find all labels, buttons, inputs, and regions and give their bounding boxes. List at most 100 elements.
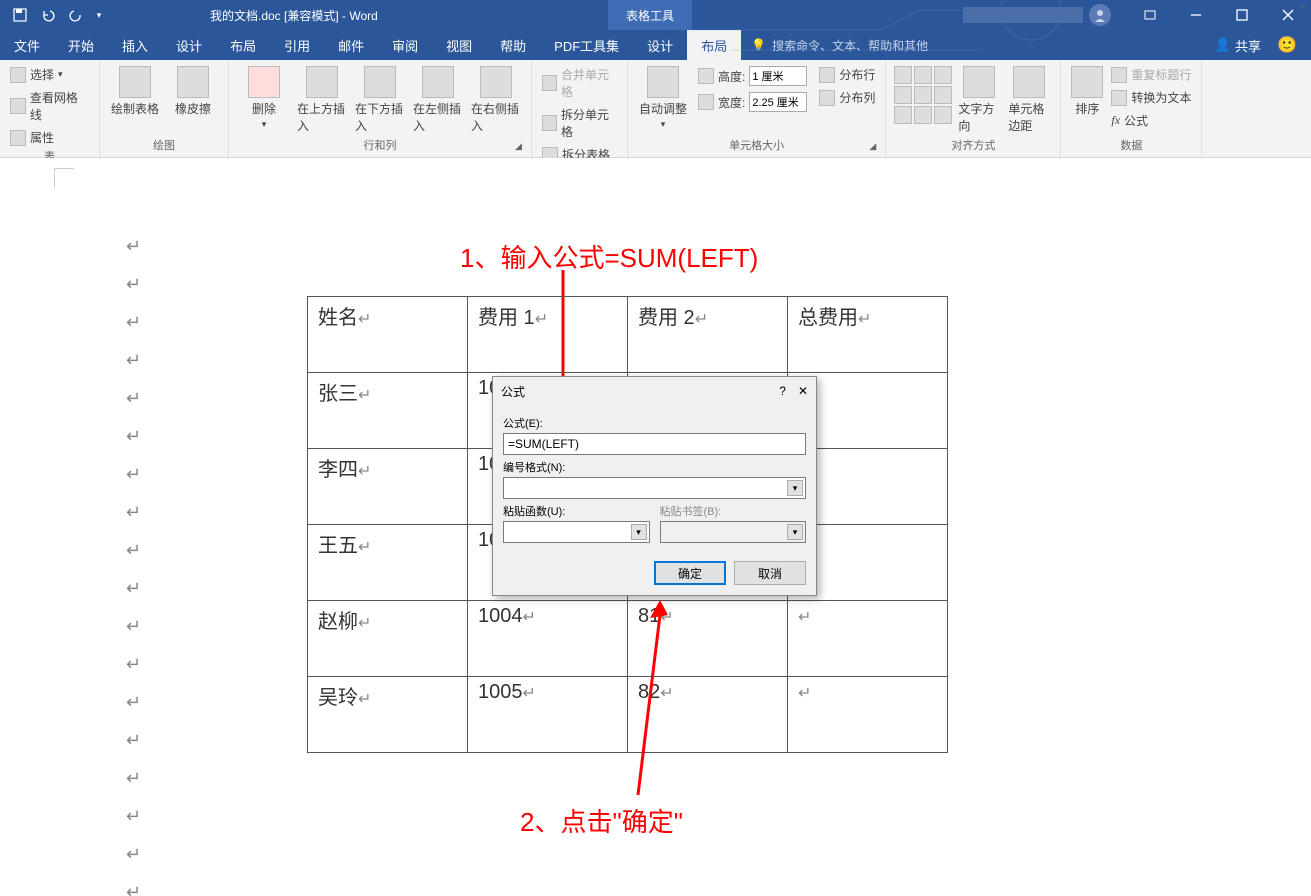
tab-file[interactable]: 文件 bbox=[0, 30, 54, 60]
ribbon-tabs: 文件 开始 插入 设计 布局 引用 邮件 审阅 视图 帮助 PDF工具集 设计 … bbox=[0, 30, 1311, 60]
split-cells-button[interactable]: 拆分单元格 bbox=[538, 104, 621, 142]
tab-review[interactable]: 审阅 bbox=[378, 30, 432, 60]
number-format-label: 编号格式(N): bbox=[503, 459, 806, 475]
tab-help[interactable]: 帮助 bbox=[486, 30, 540, 60]
split-cells-icon bbox=[542, 115, 557, 131]
minimize-button[interactable] bbox=[1173, 0, 1219, 30]
user-avatar-icon[interactable] bbox=[1089, 4, 1111, 26]
collapse-ribbon-button[interactable]: ⌃ bbox=[1299, 4, 1307, 15]
select-button[interactable]: 选择▾ bbox=[6, 64, 93, 85]
dialog-launcher[interactable]: ◢ bbox=[515, 141, 527, 153]
tell-me-search[interactable]: 💡 搜索命令、文本、帮助和其他 bbox=[741, 37, 928, 54]
group-label: 对齐方式 bbox=[892, 137, 1054, 155]
formula-input[interactable] bbox=[503, 433, 806, 455]
properties-button[interactable]: 属性 bbox=[6, 127, 93, 148]
align-bl-icon[interactable] bbox=[894, 106, 912, 124]
ribbon-display-button[interactable] bbox=[1127, 0, 1173, 30]
paste-function-label: 粘贴函数(U): bbox=[503, 503, 650, 519]
view-gridlines-button[interactable]: 查看网格线 bbox=[6, 87, 93, 125]
tab-layout[interactable]: 布局 bbox=[216, 30, 270, 60]
merge-cells-button[interactable]: 合并单元格 bbox=[538, 64, 621, 102]
chevron-down-icon: ▾ bbox=[631, 524, 647, 540]
maximize-button[interactable] bbox=[1219, 0, 1265, 30]
tab-view[interactable]: 视图 bbox=[432, 30, 486, 60]
account-area[interactable] bbox=[963, 4, 1111, 26]
insert-right-button[interactable]: 在右侧插入 bbox=[467, 64, 525, 137]
save-button[interactable] bbox=[8, 3, 32, 27]
gridlines-icon bbox=[10, 98, 26, 114]
height-input[interactable] bbox=[749, 66, 807, 86]
formula-button[interactable]: fx公式 bbox=[1107, 110, 1195, 131]
paste-function-select[interactable]: ▾ bbox=[503, 521, 650, 543]
insert-left-button[interactable]: 在左侧插入 bbox=[409, 64, 467, 137]
ok-button[interactable]: 确定 bbox=[654, 561, 726, 585]
dialog-title-text: 公式 bbox=[501, 383, 525, 400]
delete-button[interactable]: 删除▾ bbox=[235, 64, 293, 137]
text-direction-icon bbox=[963, 66, 995, 98]
table-row[interactable]: 赵柳↵ 1004↵ 81↵ ↵ bbox=[308, 601, 948, 677]
repeat-header-button[interactable]: 重复标题行 bbox=[1107, 64, 1195, 85]
convert-text-button[interactable]: 转换为文本 bbox=[1107, 87, 1195, 108]
autofit-button[interactable]: 自动调整▾ bbox=[634, 64, 692, 137]
align-ml-icon[interactable] bbox=[894, 86, 912, 104]
redo-button[interactable] bbox=[64, 3, 88, 27]
fx-icon: fx bbox=[1111, 113, 1120, 128]
tab-table-design[interactable]: 设计 bbox=[633, 30, 687, 60]
group-table: 选择▾ 查看网格线 属性 表 bbox=[0, 60, 100, 157]
ribbon: 选择▾ 查看网格线 属性 表 绘制表格 橡皮擦 绘图 删除▾ 在上方插入 在下方… bbox=[0, 60, 1311, 158]
qat-dropdown[interactable]: ▾ bbox=[92, 3, 106, 27]
height-icon bbox=[698, 68, 714, 84]
paste-bookmark-select: ▾ bbox=[660, 521, 807, 543]
merge-cells-icon bbox=[542, 75, 557, 91]
width-input[interactable] bbox=[749, 92, 807, 112]
help-icon[interactable]: ? bbox=[779, 384, 786, 398]
tab-table-layout[interactable]: 布局 bbox=[687, 30, 741, 60]
width-icon bbox=[698, 94, 714, 110]
tab-pdf-tools[interactable]: PDF工具集 bbox=[540, 30, 633, 60]
share-button[interactable]: 👤 共享 bbox=[1215, 36, 1261, 55]
tab-home[interactable]: 开始 bbox=[54, 30, 108, 60]
table-row[interactable]: 吴玲↵ 1005↵ 82↵ ↵ bbox=[308, 677, 948, 753]
align-mc-icon[interactable] bbox=[914, 86, 932, 104]
group-label: 单元格大小 bbox=[634, 137, 879, 155]
align-br-icon[interactable] bbox=[934, 106, 952, 124]
cell-margins-icon bbox=[1013, 66, 1045, 98]
cancel-button[interactable]: 取消 bbox=[734, 561, 806, 585]
close-icon[interactable]: ✕ bbox=[798, 384, 808, 398]
insert-above-button[interactable]: 在上方插入 bbox=[293, 64, 351, 137]
insert-below-button[interactable]: 在下方插入 bbox=[351, 64, 409, 137]
group-label: 绘图 bbox=[106, 137, 222, 155]
align-mr-icon[interactable] bbox=[934, 86, 952, 104]
insert-left-icon bbox=[422, 66, 454, 98]
distribute-cols-button[interactable]: 分布列 bbox=[815, 87, 879, 108]
align-tc-icon[interactable] bbox=[914, 66, 932, 84]
distribute-rows-button[interactable]: 分布行 bbox=[815, 64, 879, 85]
insert-above-icon bbox=[306, 66, 338, 98]
number-format-select[interactable]: ▾ bbox=[503, 477, 806, 499]
tab-references[interactable]: 引用 bbox=[270, 30, 324, 60]
tab-design[interactable]: 设计 bbox=[162, 30, 216, 60]
formula-dialog: 公式 ? ✕ 公式(E): 编号格式(N): ▾ 粘贴函数(U): ▾ 粘贴书签… bbox=[492, 376, 817, 596]
dialog-titlebar[interactable]: 公式 ? ✕ bbox=[493, 377, 816, 405]
table-row[interactable]: 姓名↵ 费用 1↵ 费用 2↵ 总费用↵ bbox=[308, 297, 948, 373]
eraser-button[interactable]: 橡皮擦 bbox=[164, 64, 222, 137]
dialog-launcher[interactable]: ◢ bbox=[869, 141, 881, 153]
insert-below-icon bbox=[364, 66, 396, 98]
tab-mailings[interactable]: 邮件 bbox=[324, 30, 378, 60]
group-draw: 绘制表格 橡皮擦 绘图 bbox=[100, 60, 229, 157]
draw-table-button[interactable]: 绘制表格 bbox=[106, 64, 164, 137]
sort-button[interactable]: 排序 bbox=[1067, 64, 1107, 137]
group-merge: 合并单元格 拆分单元格 拆分表格 合并 bbox=[532, 60, 628, 157]
align-bc-icon[interactable] bbox=[914, 106, 932, 124]
text-direction-button[interactable]: 文字方向 bbox=[954, 64, 1004, 137]
page-corner bbox=[54, 168, 74, 188]
cursor-icon bbox=[10, 67, 26, 83]
feedback-smiley-icon[interactable]: 🙂 bbox=[1277, 35, 1297, 55]
undo-button[interactable] bbox=[36, 3, 60, 27]
repeat-header-icon bbox=[1111, 67, 1127, 83]
align-tr-icon[interactable] bbox=[934, 66, 952, 84]
align-tl-icon[interactable] bbox=[894, 66, 912, 84]
lightbulb-icon: 💡 bbox=[751, 38, 766, 52]
cell-margins-button[interactable]: 单元格边距 bbox=[1004, 64, 1054, 137]
tab-insert[interactable]: 插入 bbox=[108, 30, 162, 60]
